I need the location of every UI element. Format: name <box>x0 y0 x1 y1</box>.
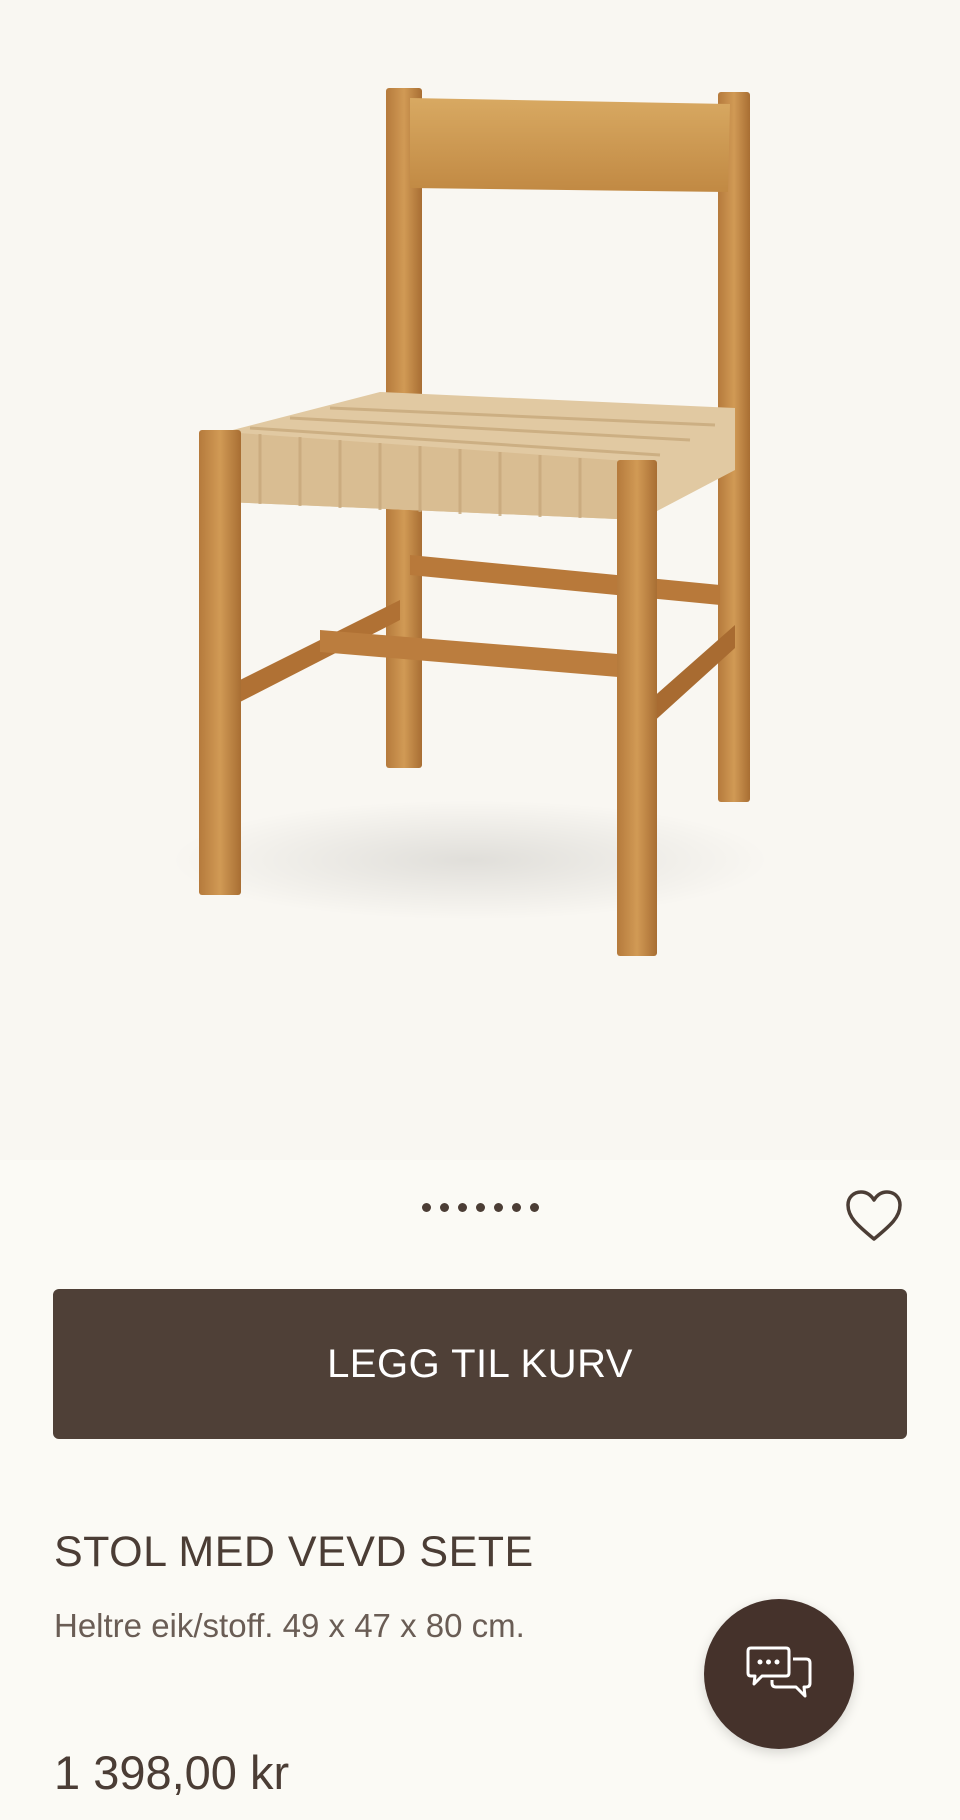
pager-dot[interactable] <box>421 1203 431 1212</box>
heart-icon <box>846 1190 902 1241</box>
pager-dot[interactable] <box>493 1203 503 1212</box>
pager-dot[interactable] <box>439 1203 449 1212</box>
pager-dot[interactable] <box>475 1203 485 1212</box>
product-price: 1 398,00 kr <box>54 1746 290 1799</box>
product-title: STOL MED VEVD SETE <box>54 1528 534 1576</box>
chat-button[interactable] <box>704 1599 854 1749</box>
product-description: Heltre eik/stoff. 49 x 47 x 80 cm. <box>54 1607 525 1644</box>
add-to-cart-button[interactable]: LEGG TIL KURV <box>53 1289 907 1439</box>
chat-bubbles-icon <box>746 1646 812 1698</box>
pager-dot[interactable] <box>529 1203 539 1212</box>
image-pager[interactable] <box>0 1203 960 1212</box>
wishlist-button[interactable] <box>844 1188 904 1244</box>
pager-dot[interactable] <box>511 1203 521 1212</box>
pager-dot[interactable] <box>457 1203 467 1212</box>
product-image[interactable] <box>0 0 960 1160</box>
